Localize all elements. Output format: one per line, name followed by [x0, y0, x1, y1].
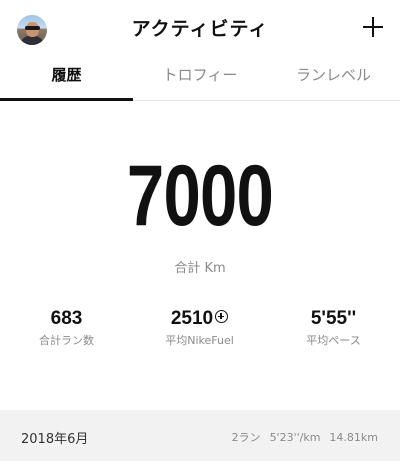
stat-average-pace-label: 平均ペース [306, 334, 361, 347]
month-summary-row[interactable]: 2018年6月 2ラン 5'23''/km 14.81km [0, 410, 400, 461]
total-distance-value: 7000 [126, 148, 274, 244]
tab-trophies[interactable]: トロフィー [133, 58, 267, 100]
month-label: 2018年6月 [21, 432, 89, 447]
nikefuel-icon [215, 310, 229, 323]
month-summary-stats: 2ラン 5'23''/km 14.81km [232, 429, 378, 445]
plus-icon[interactable] [361, 15, 385, 39]
stat-average-nikefuel: 2510 平均NikeFuel [133, 308, 266, 348]
tab-history[interactable]: 履歴 [0, 58, 133, 100]
page-title: アクティビティ [131, 18, 269, 40]
month-run-count: 2ラン [231, 431, 261, 444]
stat-average-nikefuel-value: 2510 [170, 308, 214, 329]
active-tab-indicator [0, 98, 133, 101]
month-distance: 14.81km [329, 431, 378, 444]
month-average-pace: 5'23''/km [269, 431, 321, 444]
stat-total-runs-value: 683 [50, 308, 83, 329]
tab-bar: 履歴 トロフィー ランレベル [0, 58, 400, 101]
stat-average-pace: 5'55'' 平均ペース [267, 308, 400, 348]
tab-run-level[interactable]: ランレベル [267, 58, 400, 100]
stat-total-runs-label: 合計ラン数 [39, 334, 94, 347]
stat-average-nikefuel-value-row: 2510 [133, 308, 266, 330]
stat-total-runs: 683 合計ラン数 [0, 308, 133, 348]
stat-average-nikefuel-label: 平均NikeFuel [165, 334, 234, 347]
total-distance-label: 合計 Km [174, 261, 226, 276]
stat-average-pace-value: 5'55'' [310, 308, 357, 329]
app-header: アクティビティ [0, 0, 400, 56]
